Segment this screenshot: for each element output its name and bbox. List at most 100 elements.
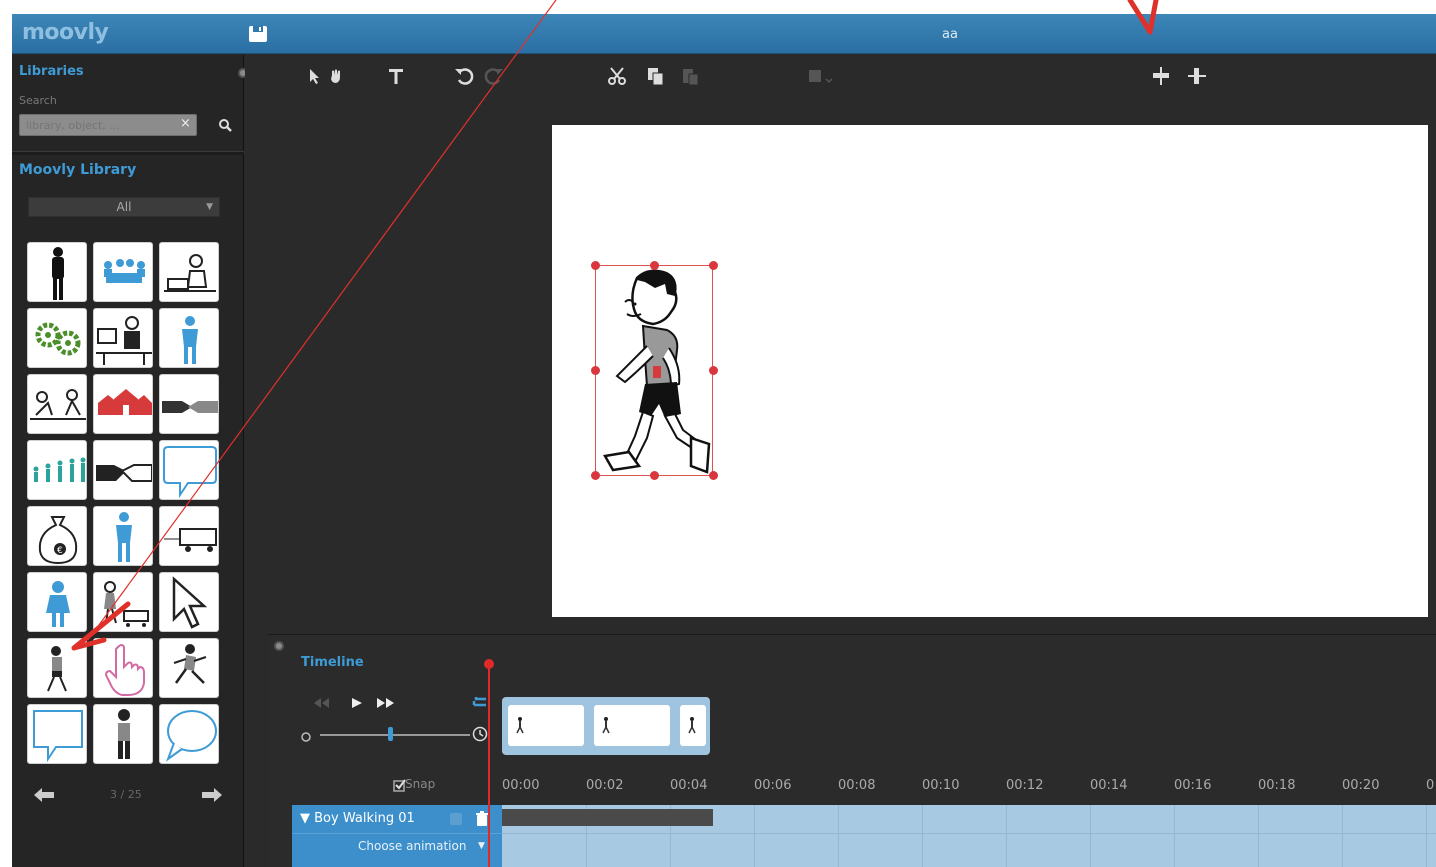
clock-icon xyxy=(472,726,488,742)
panel-divider xyxy=(12,151,244,155)
search-icon[interactable] xyxy=(217,117,235,135)
visibility-icon[interactable] xyxy=(450,813,462,825)
category-value: All xyxy=(116,200,132,214)
search-label: Search xyxy=(19,94,57,107)
asset-tile-blue-person-standing[interactable] xyxy=(93,506,153,566)
track-header[interactable]: ▼ Boy Walking 01 Choose animation ▼ xyxy=(292,805,502,867)
track-clip[interactable] xyxy=(502,809,713,826)
resize-handle[interactable] xyxy=(709,261,718,270)
libraries-panel: Libraries Search × Moovly Library All ▼ xyxy=(12,55,248,867)
moovly-app: moovly aa Libraries Search × Moovly Libr… xyxy=(12,14,1436,867)
animation-preview-strip[interactable] xyxy=(502,697,710,755)
arrow-left-icon[interactable] xyxy=(32,785,56,805)
redo-icon[interactable] xyxy=(483,65,505,87)
ruler-tick: 00:00 xyxy=(502,778,540,793)
grid-line xyxy=(754,805,755,867)
play-icon[interactable] xyxy=(350,695,364,709)
asset-tile-delivery-truck[interactable] xyxy=(159,506,219,566)
paste-icon[interactable] xyxy=(679,65,701,87)
asset-tile-blue-person[interactable] xyxy=(159,308,219,368)
ruler-tick: 00:08 xyxy=(838,778,876,793)
asset-tile-cursor-arrow[interactable] xyxy=(159,572,219,632)
zoom-slider[interactable] xyxy=(320,734,470,736)
arrange-icon[interactable] xyxy=(806,65,833,87)
grid-line xyxy=(1258,805,1259,867)
collapse-triangle-icon[interactable]: ▼ xyxy=(300,811,314,826)
asset-tile-handshake-bw[interactable] xyxy=(93,440,153,500)
zoom-slider-knob[interactable] xyxy=(388,727,393,741)
grid-line xyxy=(1342,805,1343,867)
ruler-tick: 00:10 xyxy=(922,778,960,793)
library-search-input[interactable] xyxy=(19,114,197,136)
snap-label: Snap xyxy=(405,777,436,791)
fast-forward-icon[interactable] xyxy=(376,695,396,709)
ruler-tick: 00:04 xyxy=(670,778,708,793)
chevron-down-icon[interactable]: ▼ xyxy=(478,841,485,851)
asset-tile-consultation[interactable] xyxy=(27,374,87,434)
hand-icon[interactable] xyxy=(326,65,348,87)
track-separator xyxy=(502,833,1436,834)
preview-frame xyxy=(594,705,670,746)
undo-icon[interactable] xyxy=(453,65,475,87)
choose-animation-select[interactable]: Choose animation xyxy=(358,839,466,853)
title-bar: moovly aa xyxy=(12,14,1436,54)
resize-handle[interactable] xyxy=(709,366,718,375)
asset-tile-boy-running[interactable] xyxy=(159,638,219,698)
select-arrow-icon[interactable] xyxy=(303,65,325,87)
loop-icon[interactable] xyxy=(472,694,488,708)
resize-handle[interactable] xyxy=(650,261,659,270)
asset-tile-speech-box[interactable] xyxy=(27,704,87,764)
asset-tile-evolution[interactable] xyxy=(27,440,87,500)
asset-tile-speech-bubble[interactable] xyxy=(159,440,219,500)
track-name[interactable]: ▼ Boy Walking 01 xyxy=(300,811,415,826)
selection-box[interactable] xyxy=(595,265,713,476)
app-logo: moovly xyxy=(22,20,109,45)
preview-frame xyxy=(508,705,584,746)
cut-icon[interactable] xyxy=(606,65,628,87)
copy-icon[interactable] xyxy=(644,65,666,87)
grid-line xyxy=(922,805,923,867)
asset-tile-red-houses[interactable] xyxy=(93,374,153,434)
align-horizontal-icon[interactable] xyxy=(1150,65,1172,87)
timeline-collapse-button[interactable] xyxy=(274,641,284,651)
text-tool-icon[interactable] xyxy=(385,65,407,87)
align-vertical-icon[interactable] xyxy=(1186,65,1208,87)
resize-handle[interactable] xyxy=(591,471,600,480)
resize-handle[interactable] xyxy=(591,366,600,375)
grid-line xyxy=(1174,805,1175,867)
close-icon[interactable]: × xyxy=(180,116,191,131)
page-indicator: 3 / 25 xyxy=(110,788,142,801)
asset-tile-laptop-worker[interactable] xyxy=(159,242,219,302)
asset-tile-handshake[interactable] xyxy=(159,374,219,434)
asset-tile-boy-walking[interactable] xyxy=(27,638,87,698)
asset-tile-money-bag[interactable]: € xyxy=(27,506,87,566)
asset-tile-office-worker[interactable] xyxy=(93,308,153,368)
track-lane[interactable] xyxy=(502,805,1436,867)
resize-handle[interactable] xyxy=(709,471,718,480)
asset-tile-meeting[interactable] xyxy=(93,242,153,302)
arrow-right-icon[interactable] xyxy=(200,785,224,805)
preview-frame xyxy=(680,705,706,746)
asset-tile-boy-standing[interactable] xyxy=(93,704,153,764)
save-icon[interactable] xyxy=(248,25,268,43)
playhead[interactable] xyxy=(488,664,490,867)
asset-tile-round-speech-bubble[interactable] xyxy=(159,704,219,764)
canvas-stage[interactable] xyxy=(552,125,1428,617)
document-title[interactable]: aa xyxy=(942,27,958,42)
track-name-label: Boy Walking 01 xyxy=(314,811,415,826)
grid-line xyxy=(1426,805,1427,867)
svg-text:€: € xyxy=(57,546,63,556)
asset-tile-silhouette-man[interactable] xyxy=(27,242,87,302)
rewind-icon[interactable] xyxy=(312,695,330,709)
asset-tile-gears[interactable] xyxy=(27,308,87,368)
asset-tile-hand-pointer[interactable] xyxy=(93,638,153,698)
asset-tile-boy-with-cart[interactable] xyxy=(93,572,153,632)
grid-line xyxy=(1090,805,1091,867)
moovly-library-heading: Moovly Library xyxy=(19,162,137,178)
ruler-tick: 00:02 xyxy=(586,778,624,793)
resize-handle[interactable] xyxy=(591,261,600,270)
timeline-panel: Timeline Snap 00:00 00:02 00:04 00:06 00… xyxy=(268,634,1436,867)
asset-tile-blue-girl[interactable] xyxy=(27,572,87,632)
category-select[interactable]: All ▼ xyxy=(28,197,220,217)
resize-handle[interactable] xyxy=(650,471,659,480)
